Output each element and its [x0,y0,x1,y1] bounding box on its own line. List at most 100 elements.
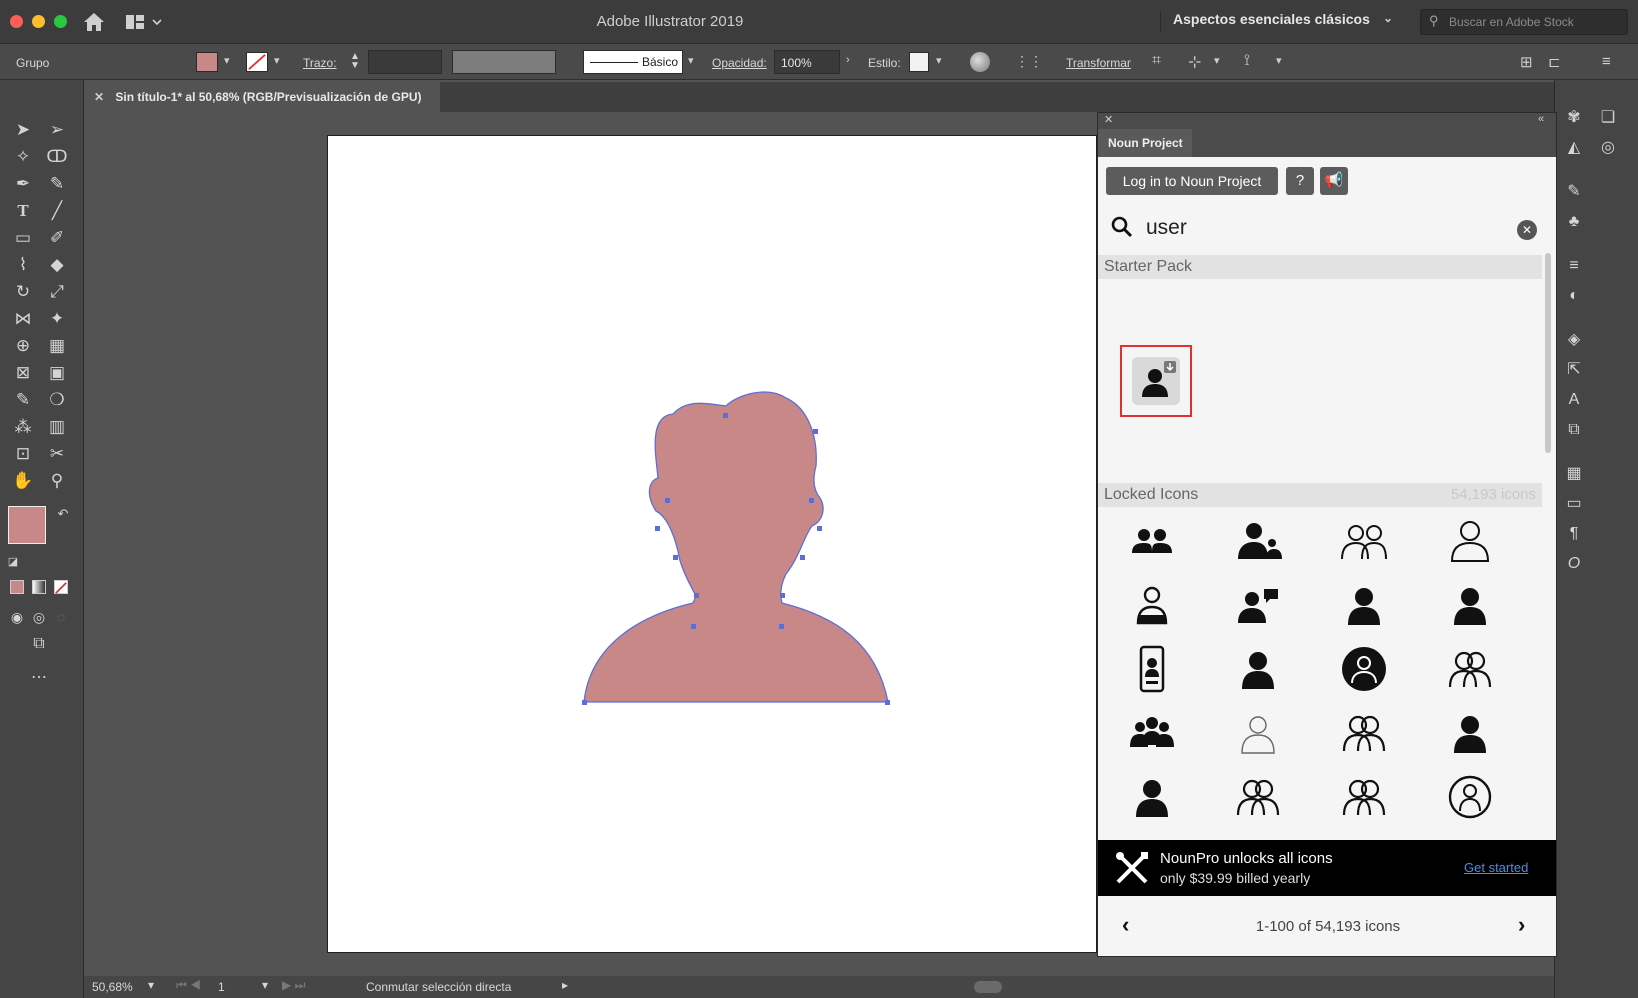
home-icon[interactable] [82,11,106,33]
phone-user-icon[interactable] [1122,641,1182,697]
group-icon[interactable] [1122,705,1182,761]
lasso-tool-icon[interactable]: ↀ [44,145,70,169]
zoom-window-button[interactable] [54,15,67,28]
panel-options-icon[interactable]: ⊏ [1548,53,1568,71]
document-tab[interactable]: ✕ Sin título-1* al 50,68% (RGB/Previsual… [84,82,440,112]
arrange-documents-icon[interactable]: ⊞ [1520,53,1538,71]
collapse-panel-icon[interactable]: « [1538,113,1544,125]
noun-search-input[interactable]: user [1146,216,1187,240]
screen-mode-icon[interactable]: ⧉ [26,632,52,656]
stroke-stepper[interactable]: ▲ ▼ [350,52,360,71]
artboard-number[interactable]: 1 [218,980,225,994]
pathfinder-icon[interactable]: ⧉ [1561,418,1587,442]
users-pair-icon[interactable] [1440,641,1500,697]
swatches-icon[interactable]: ▦ [1561,462,1587,486]
color-panel-icon[interactable]: ✾ [1561,106,1587,130]
stock-search-input[interactable]: ⚲ Buscar en Adobe Stock [1420,9,1628,35]
rectangle-tool-icon[interactable]: ▭ [10,226,36,250]
color-mode-icon[interactable] [10,580,24,594]
symbols-icon[interactable]: ♣ [1561,210,1587,234]
default-colors-icon[interactable]: ◪ [0,550,26,574]
chevron-down-icon[interactable]: ▾ [936,54,942,67]
transparency-icon[interactable]: ◐ [1561,284,1587,308]
appearance-icon[interactable]: ◎ [1595,136,1621,160]
stroke-panel-icon[interactable]: ≡ [1561,254,1587,278]
direct-selection-tool-icon[interactable]: ➢ [44,118,70,142]
zoom-level[interactable]: 50,68% [92,980,133,994]
user-plus-icon[interactable] [1228,513,1288,569]
user-chat-icon[interactable] [1228,577,1288,633]
eyedropper-tool-icon[interactable]: ✎ [10,388,36,412]
fill-swatch[interactable] [196,52,218,72]
chevron-right-icon[interactable]: ▸ [562,978,568,992]
zoom-tool-icon[interactable]: ⚲ [44,469,70,493]
eraser-tool-icon[interactable]: ◆ [44,253,70,277]
user-outline-icon[interactable] [1440,513,1500,569]
transform-button[interactable]: Transformar [1066,56,1131,70]
shaper-tool-icon[interactable]: ⌇ [10,253,36,277]
menu-icon[interactable]: ≡ [1602,53,1620,71]
close-icon[interactable]: ✕ [1104,113,1113,126]
two-users-icon[interactable] [1122,513,1182,569]
draw-inside-icon[interactable]: ◌ [48,605,74,629]
megaphone-icon[interactable]: 📢 [1320,167,1348,195]
user-silhouette-shape[interactable] [328,136,1098,954]
horizontal-scrollbar[interactable] [974,981,1002,993]
rotate-tool-icon[interactable]: ↻ [10,280,36,304]
users-pair-icon[interactable] [1228,769,1288,825]
gradient-tool-icon[interactable]: ▣ [44,361,70,385]
chevron-down-icon[interactable]: ▾ [1214,54,1220,67]
users-pair-icon[interactable] [1334,769,1394,825]
first-artboard-icon[interactable]: ⏮ ◀ [176,978,201,993]
export-icon[interactable]: ⇱ [1561,358,1587,382]
gradient-panel-icon[interactable]: ▭ [1561,492,1587,516]
mesh-tool-icon[interactable]: ⊠ [10,361,36,385]
slice-tool-icon[interactable]: ✂ [44,442,70,466]
user-icon[interactable] [1228,641,1288,697]
chevron-down-icon[interactable]: ▾ [262,978,268,992]
minimize-window-button[interactable] [32,15,45,28]
login-button[interactable]: Log in to Noun Project [1106,167,1278,195]
chevron-down-icon[interactable]: ▾ [224,54,230,67]
libraries-icon[interactable]: ❏ [1595,106,1621,130]
brushes-icon[interactable]: ✎ [1561,180,1587,204]
user-icon[interactable] [1440,577,1500,633]
starter-pack-icon-selected[interactable] [1120,345,1192,417]
stroke-swatch[interactable] [246,52,268,72]
curvature-tool-icon[interactable]: ✎ [44,172,70,196]
stroke-label[interactable]: Trazo: [303,56,337,70]
get-started-link[interactable]: Get started [1464,860,1528,875]
isolate-group-icon[interactable]: ⌗ [1152,52,1174,72]
blend-tool-icon[interactable]: ❍ [44,388,70,412]
user-icon[interactable] [1440,705,1500,761]
recolor-artwork-icon[interactable] [970,52,990,72]
chevron-down-icon[interactable]: ▾ [274,54,280,67]
puppet-warp-tool-icon[interactable]: ✦ [44,307,70,331]
close-icon[interactable]: ✕ [94,90,104,104]
brush-definition[interactable]: Básico [583,50,683,74]
swap-colors-icon[interactable]: ↶ [50,502,76,526]
chevron-down-icon[interactable]: ▾ [1276,54,1282,67]
artboard[interactable] [327,135,1097,953]
character-icon[interactable]: A [1561,388,1587,412]
users-pair-icon[interactable] [1334,705,1394,761]
panel-scrollbar[interactable] [1545,253,1551,453]
glyphs-icon[interactable]: O [1561,552,1587,576]
user-icon[interactable] [1334,577,1394,633]
width-tool-icon[interactable]: ⋈ [10,307,36,331]
paragraph-icon[interactable]: ¶ [1561,522,1587,546]
close-window-button[interactable] [10,15,23,28]
artboard-tool-icon[interactable]: ⊡ [10,442,36,466]
chevron-down-icon[interactable]: ▾ [148,978,154,992]
perspective-grid-tool-icon[interactable]: ▦ [44,334,70,358]
type-tool-icon[interactable]: T [10,199,36,223]
noun-project-tab[interactable]: Noun Project [1098,129,1192,157]
style-swatch[interactable] [909,52,929,72]
opacity-field[interactable]: 100% [774,50,840,74]
grid-select-icon[interactable]: ⊹ [1188,52,1210,72]
more-tools-icon[interactable]: ⋯ [26,666,52,690]
pen-tool-icon[interactable]: ✒ [10,172,36,196]
next-artboard-icon[interactable]: ▶ ⏭ [282,978,305,993]
paintbrush-tool-icon[interactable]: ✐ [44,226,70,250]
variable-width-profile[interactable] [452,50,556,74]
